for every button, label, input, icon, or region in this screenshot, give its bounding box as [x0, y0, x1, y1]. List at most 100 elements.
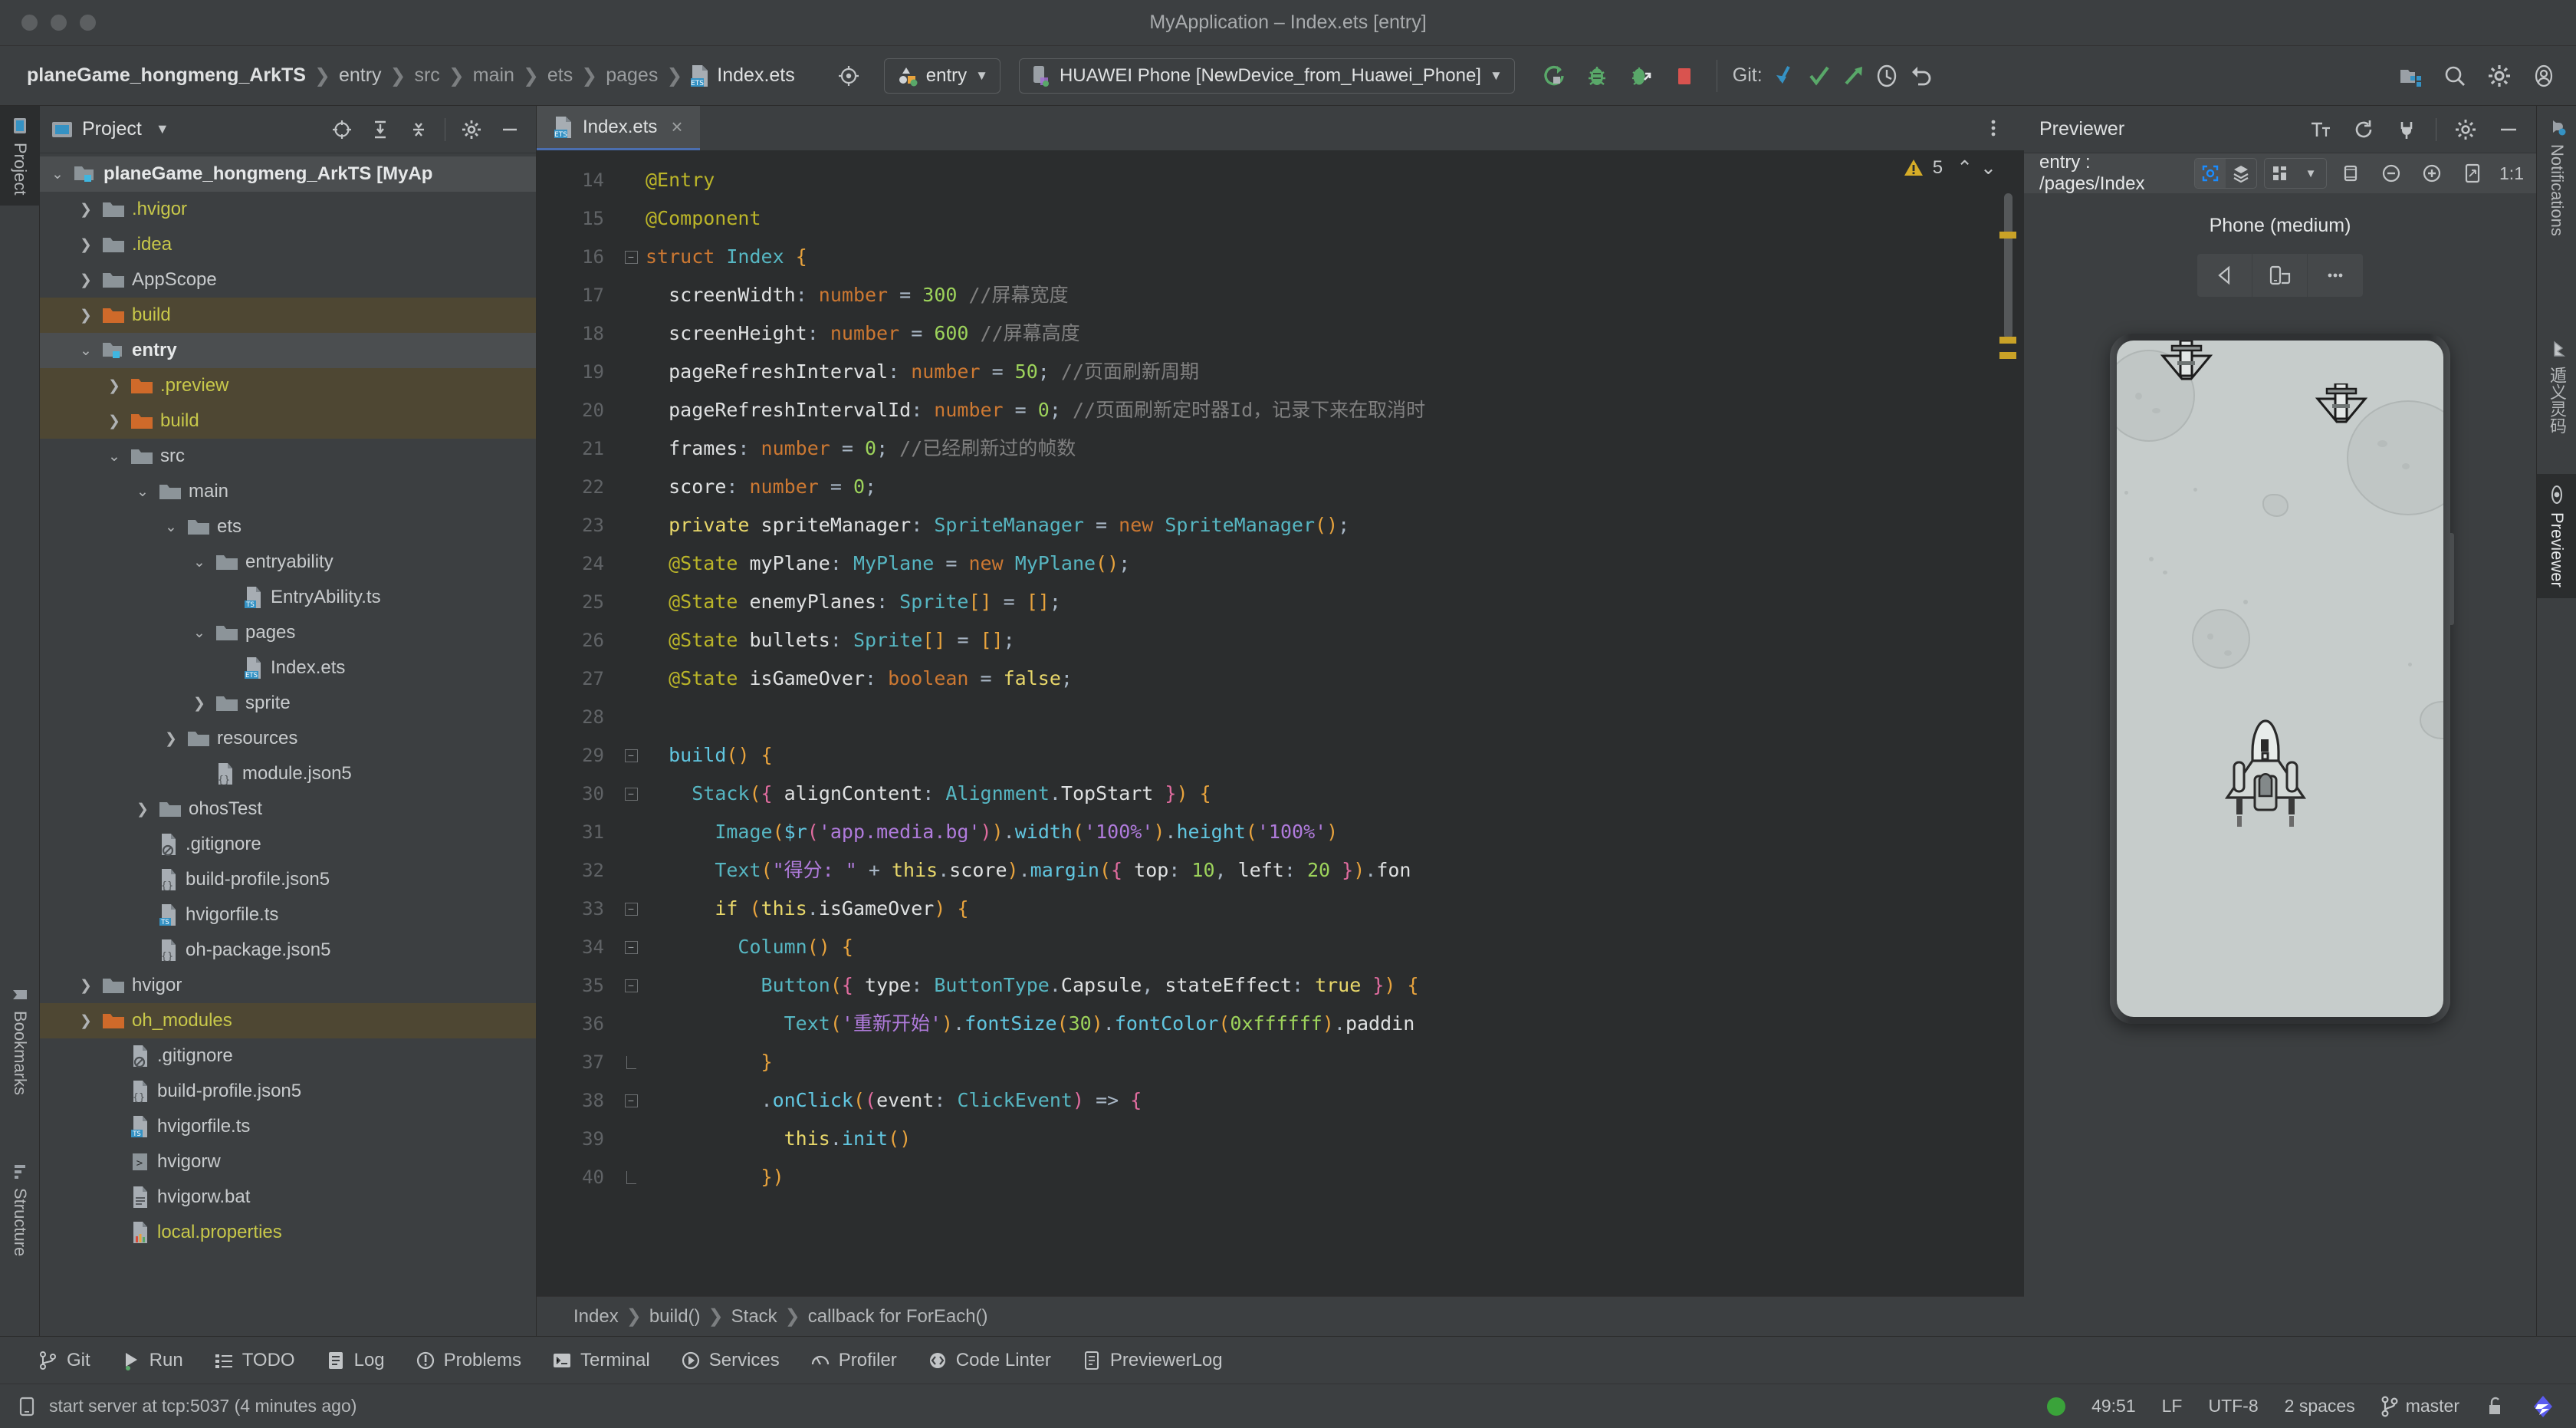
hide-icon[interactable]: [493, 113, 527, 146]
tree-node[interactable]: ⌄ planeGame_hongmeng_ArkTS [MyAp: [40, 156, 536, 192]
code-line[interactable]: @Component: [646, 199, 2024, 238]
tree-node[interactable]: ❯TSEntryAbility.ts: [40, 580, 536, 615]
next-problem-icon[interactable]: ⌄: [1980, 156, 1996, 179]
tree-node[interactable]: ❯ .preview: [40, 368, 536, 403]
tool-window-button-git[interactable]: Git: [23, 1350, 106, 1371]
back-icon[interactable]: [2197, 254, 2252, 297]
code-line[interactable]: pageRefreshInterval: number = 50; //页面刷新…: [646, 353, 2024, 391]
code-line[interactable]: screenWidth: number = 300 //屏幕宽度: [646, 276, 2024, 314]
chevron-right-icon[interactable]: ❯: [76, 1012, 96, 1030]
code-folding-gutter[interactable]: − − − − − − −: [616, 150, 646, 1296]
code-line[interactable]: pageRefreshIntervalId: number = 0; //页面刷…: [646, 391, 2024, 429]
zoom-window-button[interactable]: [80, 15, 96, 31]
layers-icon[interactable]: [2226, 159, 2256, 188]
inspection-widget[interactable]: 5 ⌃ ⌄: [1902, 156, 1996, 179]
code-line[interactable]: this.init(): [646, 1120, 2024, 1158]
zoom-in-icon[interactable]: [2415, 156, 2449, 190]
window-controls[interactable]: [21, 15, 96, 31]
collapse-all-icon[interactable]: [402, 113, 435, 146]
tree-node[interactable]: ❯.gitignore: [40, 1038, 536, 1074]
zoom-out-icon[interactable]: [2374, 156, 2408, 190]
warning-marker[interactable]: [1999, 337, 2016, 344]
warning-marker[interactable]: [1999, 232, 2016, 239]
rotate-icon[interactable]: [2334, 156, 2367, 190]
git-rollback-icon[interactable]: [1904, 59, 1937, 93]
tree-node[interactable]: ❯TShvigorfile.ts: [40, 897, 536, 933]
code-line[interactable]: .onClick((event: ClickEvent) => {: [646, 1081, 2024, 1120]
tree-node[interactable]: ❯ resources: [40, 721, 536, 756]
tool-window-button-log[interactable]: Log: [310, 1350, 400, 1371]
close-icon[interactable]: ×: [671, 115, 682, 139]
code-line[interactable]: Stack({ alignContent: Alignment.TopStart…: [646, 775, 2024, 813]
editor-breadcrumb-0[interactable]: Index: [566, 1306, 626, 1328]
tree-node[interactable]: ❯ build: [40, 403, 536, 439]
expand-all-icon[interactable]: [363, 113, 397, 146]
breadcrumb-src[interactable]: src: [407, 64, 446, 87]
tool-window-button-profiler[interactable]: Profiler: [795, 1350, 912, 1371]
tree-node[interactable]: ❯ .idea: [40, 227, 536, 262]
fit-screen-icon[interactable]: [2456, 156, 2489, 190]
tree-node[interactable]: ❯{}build-profile.json5: [40, 862, 536, 897]
tool-window-button-previewerlog[interactable]: PreviewerLog: [1066, 1350, 1238, 1371]
tree-node[interactable]: ❯ETSIndex.ets: [40, 650, 536, 686]
sidebar-item-structure[interactable]: Structure: [0, 1153, 40, 1267]
code-content[interactable]: @Entry @Component struct Index { screenWid…: [646, 150, 2024, 1296]
tree-node[interactable]: ⌄ src: [40, 439, 536, 474]
fold-marker[interactable]: −: [616, 890, 646, 928]
code-line[interactable]: Column() {: [646, 928, 2024, 966]
breadcrumb-project[interactable]: planeGame_hongmeng_ArkTS: [20, 64, 313, 87]
code-line[interactable]: private spriteManager: SpriteManager = n…: [646, 506, 2024, 545]
code-line[interactable]: @State enemyPlanes: Sprite[] = [];: [646, 583, 2024, 621]
encoding[interactable]: UTF-8: [2208, 1396, 2258, 1416]
tree-node[interactable]: ❯{}build-profile.json5: [40, 1074, 536, 1109]
tree-node[interactable]: ⌄ entry: [40, 333, 536, 368]
editor-breadcrumb-3[interactable]: callback for ForEach(): [800, 1306, 996, 1328]
git-history-icon[interactable]: [1870, 59, 1904, 93]
chevron-right-icon[interactable]: ❯: [189, 695, 209, 712]
chevron-down-icon[interactable]: ⌄: [189, 554, 209, 571]
breadcrumb-ets[interactable]: ets: [540, 64, 580, 87]
breadcrumb-pages[interactable]: pages: [599, 64, 665, 87]
minimize-window-button[interactable]: [51, 15, 67, 31]
rotate-device-icon[interactable]: [2252, 254, 2308, 297]
editor-tab-index-ets[interactable]: ETS Index.ets ×: [537, 106, 700, 150]
refresh-icon[interactable]: [2347, 113, 2380, 146]
chevron-down-icon[interactable]: ⌄: [104, 448, 124, 466]
status-indicator[interactable]: [2047, 1397, 2066, 1416]
run-icon[interactable]: [1536, 59, 1570, 93]
line-separator[interactable]: LF: [2162, 1396, 2183, 1416]
code-line[interactable]: }): [646, 1158, 2024, 1196]
search-icon[interactable]: [2438, 59, 2472, 93]
sidebar-item-previewer[interactable]: Previewer: [2537, 474, 2576, 598]
editor-breadcrumb-2[interactable]: Stack: [724, 1306, 785, 1328]
breadcrumb-main[interactable]: main: [466, 64, 521, 87]
more-vertical-icon[interactable]: [1976, 111, 2010, 145]
gear-icon[interactable]: [2482, 59, 2516, 93]
tree-node[interactable]: ❯>hvigorw: [40, 1144, 536, 1180]
actual-size-label[interactable]: 1:1: [2496, 163, 2527, 184]
code-line[interactable]: frames: number = 0; //已经刷新过的帧数: [646, 429, 2024, 468]
unlock-icon[interactable]: [2486, 1396, 2504, 1417]
gear-icon[interactable]: [455, 113, 488, 146]
code-line[interactable]: Text("得分: " + this.score).margin({ top: …: [646, 851, 2024, 890]
chevron-right-icon[interactable]: ❯: [104, 377, 124, 395]
chevron-right-icon[interactable]: ❯: [76, 307, 96, 324]
breadcrumb-file[interactable]: ETS Index.ets: [684, 64, 795, 87]
chevron-right-icon[interactable]: ❯: [76, 271, 96, 289]
tree-node[interactable]: ⌄ ets: [40, 509, 536, 545]
code-line[interactable]: if (this.isGameOver) {: [646, 890, 2024, 928]
plug-icon[interactable]: [2390, 113, 2423, 146]
fold-marker[interactable]: −: [616, 736, 646, 775]
inspector-icon[interactable]: [2195, 159, 2226, 188]
editor-breadcrumb-1[interactable]: build(): [642, 1306, 708, 1328]
chevron-right-icon[interactable]: ❯: [104, 413, 124, 430]
previous-problem-icon[interactable]: ⌃: [1957, 156, 1973, 179]
chevron-down-icon[interactable]: ▼: [156, 121, 169, 137]
status-message-area[interactable]: start server at tcp:5037 (4 minutes ago): [17, 1396, 356, 1417]
account-icon[interactable]: [2527, 59, 2561, 93]
code-line[interactable]: Button({ type: ButtonType.Capsule, state…: [646, 966, 2024, 1005]
fold-marker[interactable]: −: [616, 1081, 646, 1120]
code-line[interactable]: Image($r('app.media.bg')).width('100%').…: [646, 813, 2024, 851]
tree-node[interactable]: ❯ hvigor: [40, 968, 536, 1003]
git-branch-widget[interactable]: master: [2381, 1395, 2459, 1417]
